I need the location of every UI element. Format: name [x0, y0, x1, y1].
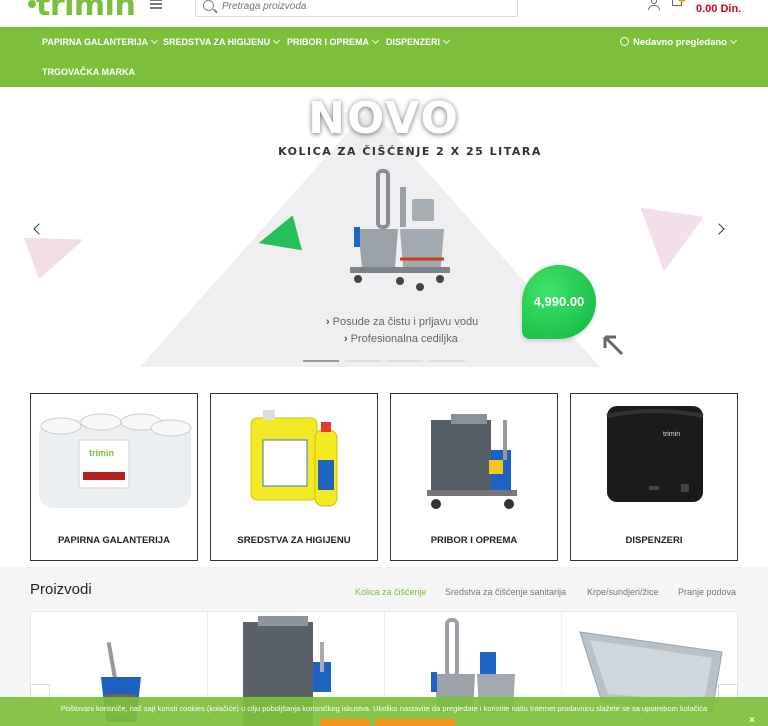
nav-item-label: DISPENZERI: [386, 37, 441, 47]
slider-dot[interactable]: [345, 360, 381, 362]
recently-viewed[interactable]: Nedavno pregledano: [620, 36, 738, 48]
chevron-down-icon: [150, 36, 159, 45]
cookie-accept-button[interactable]: [320, 719, 370, 726]
cookie-text: Poštovani korisniče, naš sajt koristi co…: [60, 704, 708, 713]
cart-total[interactable]: 0.00 Din.: [696, 3, 741, 15]
category-card-papirna-galanterija[interactable]: trimin PAPIRNA GALANTERIJA: [30, 393, 198, 561]
hero-slider[interactable]: NOVO KOLICA ZA ČIŠĆENJE 2 X 25 LITARA 4,…: [0, 87, 768, 375]
category-label: SREDSTVA ZA HIGIJENU: [237, 535, 351, 546]
category-card-dispenzeri[interactable]: trimin DISPENZERI: [570, 393, 738, 561]
search-icon[interactable]: [203, 0, 214, 11]
tab-pranje-podova[interactable]: Pranje podova: [678, 587, 736, 597]
logo[interactable]: trimin: [28, 0, 136, 23]
nav-item-papirna-galanterija[interactable]: PAPIRNA GALANTERIJA: [42, 36, 159, 47]
decor-triangle-right: [632, 207, 704, 277]
towel-dispenser-image: trimin: [606, 406, 704, 502]
cleaning-trolley-image: [350, 169, 450, 291]
category-label: DISPENZERI: [625, 535, 683, 546]
price-badge: 4,990.00: [522, 265, 596, 339]
menu-icon[interactable]: [150, 0, 162, 9]
tab-sredstva-za-ciscenje-sanitarija[interactable]: Sredstva za čišćenje sanitarija: [445, 587, 566, 597]
nav-item-label: SREDSTVA ZA HIGIJENU: [163, 37, 271, 47]
hero-features: › Posude za čistu i prljavu vodu › Profesi…: [326, 314, 478, 348]
slider-dots: [303, 360, 473, 363]
top-header: trimin 0.00 Din.: [0, 0, 768, 27]
search-input[interactable]: [222, 0, 502, 15]
chevron-down-icon: [442, 36, 451, 45]
slider-dot[interactable]: [303, 360, 339, 362]
paper-towel-rolls-image: trimin: [39, 413, 192, 508]
chevron-down-icon: [371, 36, 380, 45]
chevron-right-icon: ›: [344, 333, 348, 345]
clock-icon: [620, 37, 629, 46]
nav-item-label: PAPIRNA GALANTERIJA: [42, 37, 149, 47]
chevron-down-icon: [729, 36, 738, 45]
user-icon[interactable]: [648, 0, 660, 10]
arrow-up-left-icon: [603, 335, 624, 356]
feature-item: › Profesionalna cediljka: [344, 331, 478, 348]
nav-item-pribor-i-oprema[interactable]: PRIBOR I OPREMA: [287, 36, 380, 47]
tab-krpe-sundjeri-zice[interactable]: Krpe/sundjeri/žice: [587, 587, 659, 597]
svg-text:trimin: trimin: [663, 431, 680, 438]
tab-kolica-za-ciscenje[interactable]: Kolica za čišćenje: [355, 587, 427, 597]
nav-item-dispenzeri[interactable]: DISPENZERI: [386, 36, 451, 47]
category-grid: trimin PAPIRNA GALANTERIJA SREDSTVA ZA H…: [30, 393, 738, 561]
nav-item-trgovacka-marka[interactable]: TRGOVAČKA MARKA: [42, 67, 135, 77]
svg-text:trimin: trimin: [89, 448, 114, 458]
slider-next-button[interactable]: [713, 223, 725, 235]
main-nav: PAPIRNA GALANTERIJA SREDSTVA ZA HIGIJENU…: [0, 27, 768, 87]
feature-item: › Posude za čistu i prljavu vodu: [326, 314, 478, 331]
category-label: PAPIRNA GALANTERIJA: [58, 535, 170, 546]
nav-item-sredstva-za-higijenu[interactable]: SREDSTVA ZA HIGIJENU: [163, 36, 281, 47]
cart-icon[interactable]: [670, 0, 687, 10]
chevron-right-icon: ›: [326, 316, 330, 328]
page: trimin 0.00 Din. PAPIRNA GALANTERIJA SRE…: [0, 0, 768, 726]
logo-text: trimin: [36, 0, 136, 23]
logo-dot: [28, 0, 36, 8]
slider-dot[interactable]: [387, 360, 423, 362]
hero-headline: NOVO: [308, 93, 460, 144]
cookie-banner: Poštovani korisniče, naš sajt koristi co…: [0, 697, 768, 726]
search-bar[interactable]: [195, 0, 518, 17]
recently-viewed-label: Nedavno pregledano: [633, 37, 727, 48]
cleaning-trolley-image: [427, 414, 517, 509]
category-card-sredstva-za-higijenu[interactable]: SREDSTVA ZA HIGIJENU: [210, 393, 378, 561]
nav-item-label: PRIBOR I OPREMA: [287, 37, 370, 47]
slider-dot[interactable]: [429, 360, 465, 362]
hero-subtitle: KOLICA ZA ČIŠĆENJE 2 X 25 LITARA: [278, 145, 542, 158]
chevron-down-icon: [273, 36, 281, 45]
category-label: PRIBOR I OPREMA: [430, 535, 518, 546]
cleaning-bottles-image: [250, 410, 338, 507]
cookie-more-button[interactable]: [375, 719, 455, 726]
section-title: Proizvodi: [30, 581, 92, 598]
close-icon[interactable]: ×: [749, 715, 755, 726]
category-card-pribor-i-oprema[interactable]: PRIBOR I OPREMA: [390, 393, 558, 561]
